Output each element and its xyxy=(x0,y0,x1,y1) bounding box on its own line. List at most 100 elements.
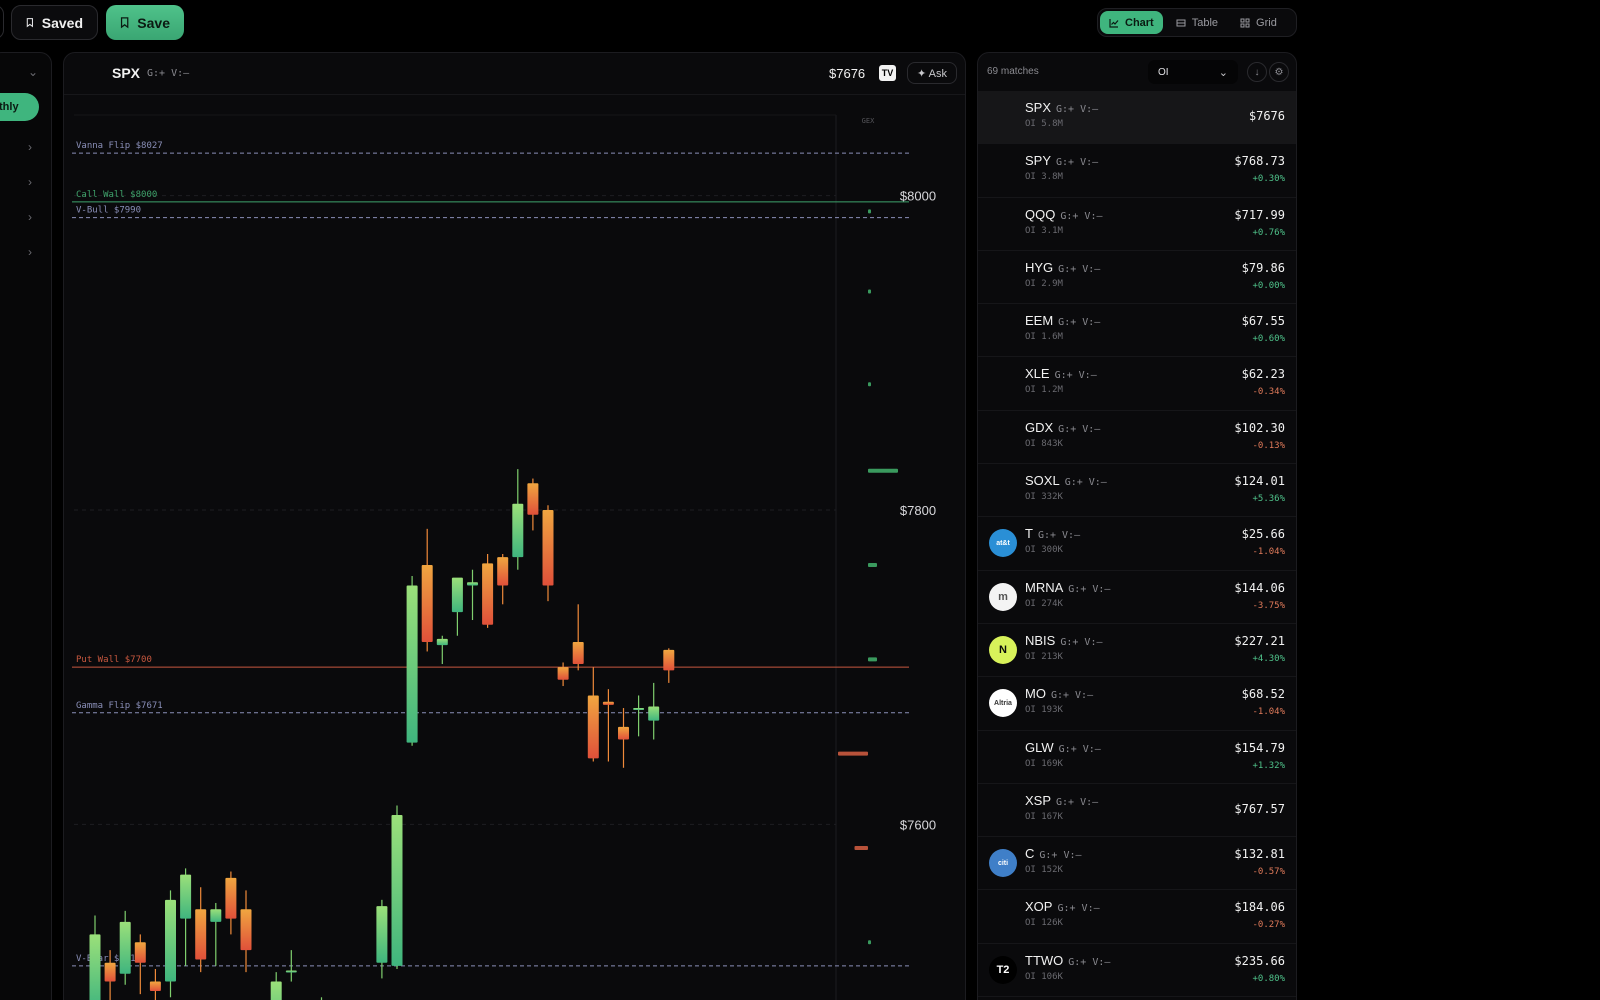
toolbar-edge-button[interactable] xyxy=(0,5,4,39)
gex-bar xyxy=(868,289,871,294)
list-item[interactable]: SPX G:+ V:– OI 5.8M $7676 xyxy=(978,91,1296,145)
list-item[interactable]: GLW G:+ V:– OI 169K $154.79 +1.32% xyxy=(978,731,1296,784)
sort-direction-button[interactable]: ↓ xyxy=(1247,62,1267,82)
row-price: $79.86 xyxy=(1241,260,1285,275)
candlestick-chart[interactable]: GEX $8000 $7800 $7600 Vanna Flip $8027 Call W… xyxy=(64,53,966,1000)
level-label: Put Wall $7700 xyxy=(76,655,152,665)
row-symbol: SPX G:+ V:– xyxy=(1025,100,1098,115)
row-change: -3.75% xyxy=(1252,600,1285,611)
sort-select[interactable]: OI ⌄ xyxy=(1148,60,1238,84)
row-price: $767.57 xyxy=(1234,801,1285,816)
candle-body xyxy=(376,906,388,963)
list-item[interactable]: T2 TTWO G:+ V:– OI 106K $235.66 +0.80% xyxy=(978,944,1296,998)
chevron-right-icon[interactable]: › xyxy=(28,245,32,259)
row-gv-status: G:+ V:– xyxy=(1058,423,1101,435)
att-logo-icon: at&t xyxy=(989,529,1017,558)
sort-select-value: OI xyxy=(1158,66,1169,78)
list-item[interactable]: QQQ G:+ V:– OI 3.1M $717.99 +0.76% xyxy=(978,198,1296,251)
chevron-down-icon[interactable]: ⌄ xyxy=(28,65,38,79)
view-table-label: Table xyxy=(1191,16,1219,29)
row-price: $102.30 xyxy=(1234,420,1285,435)
candle-body xyxy=(149,981,161,991)
candle-body xyxy=(195,909,207,960)
list-item[interactable]: XSP G:+ V:– OI 167K $767.57 xyxy=(978,784,1296,838)
candle-body xyxy=(587,695,599,759)
row-open-interest: OI 332K xyxy=(1025,492,1063,503)
list-item[interactable]: citi C G:+ V:– OI 152K $132.81 -0.57% xyxy=(978,837,1296,891)
list-item[interactable]: SOXL G:+ V:– OI 332K $124.01 +5.36% xyxy=(978,464,1296,518)
row-symbol-text: EEM xyxy=(1025,313,1054,329)
candle-body xyxy=(512,503,524,558)
chevron-down-icon: ⌄ xyxy=(1218,66,1228,79)
list-item[interactable]: Altria MO G:+ V:– OI 193K $68.52 -1.04% xyxy=(978,677,1296,731)
list-item[interactable]: m MRNA G:+ V:– OI 274K $144.06 -3.75% xyxy=(978,571,1296,624)
candle-body xyxy=(391,814,403,966)
row-change: -1.04% xyxy=(1252,707,1285,718)
row-open-interest: OI 193K xyxy=(1025,705,1063,716)
saved-button[interactable]: Saved xyxy=(11,5,98,40)
row-change: -1.04% xyxy=(1252,547,1285,558)
settings-button[interactable]: ⚙ xyxy=(1269,62,1289,82)
candle-body xyxy=(240,909,252,951)
list-item[interactable]: EEM G:+ V:– OI 1.6M $67.55 +0.60% xyxy=(978,304,1296,358)
gex-bar xyxy=(868,468,898,473)
row-price: $67.55 xyxy=(1241,314,1285,329)
candle-body xyxy=(572,642,584,665)
list-item[interactable]: XLE G:+ V:– OI 1.2M $62.23 -0.34% xyxy=(978,357,1296,411)
row-symbol-text: MO xyxy=(1025,686,1046,702)
y-tick-label: $7600 xyxy=(900,817,936,832)
row-symbol: C G:+ V:– xyxy=(1025,846,1082,861)
list-item[interactable]: GDX G:+ V:– OI 843K $102.30 -0.13% xyxy=(978,411,1296,465)
list-item[interactable]: XOP G:+ V:– OI 126K $184.06 -0.27% xyxy=(978,890,1296,944)
row-change: +4.30% xyxy=(1252,653,1285,664)
nebius-logo-icon: N xyxy=(989,635,1017,664)
row-symbol-text: MRNA xyxy=(1025,579,1064,595)
row-symbol: XOP G:+ V:– xyxy=(1025,899,1100,914)
row-price: $68.52 xyxy=(1241,687,1285,702)
list-item[interactable]: at&t T G:+ V:– OI 300K $25.66 -1.04% xyxy=(978,517,1296,571)
chevron-right-icon[interactable]: › xyxy=(28,140,32,154)
row-gv-status: G:+ V:– xyxy=(1058,263,1101,275)
row-price: $717.99 xyxy=(1234,207,1285,222)
row-open-interest: OI 152K xyxy=(1025,865,1063,876)
candle-body xyxy=(225,877,237,919)
candle-body xyxy=(104,962,116,982)
row-open-interest: OI 169K xyxy=(1025,758,1063,769)
saved-button-label: Saved xyxy=(41,14,83,31)
row-symbol: HYG G:+ V:– xyxy=(1025,260,1100,275)
view-chart-tab[interactable]: Chart xyxy=(1100,11,1163,34)
list-item[interactable]: HYG G:+ V:– OI 2.9M $79.86 +0.00% xyxy=(978,251,1296,305)
row-symbol: GLW G:+ V:– xyxy=(1025,740,1101,755)
row-open-interest: OI 843K xyxy=(1025,438,1063,449)
period-pill[interactable]: thly xyxy=(0,93,39,121)
row-symbol: QQQ G:+ V:– xyxy=(1025,207,1103,222)
row-gv-status: G:+ V:– xyxy=(1060,210,1103,222)
watchlist-header: 69 matches OI ⌄ ↓ ⚙ xyxy=(978,53,1296,91)
row-gv-status: G:+ V:– xyxy=(1068,956,1111,968)
gex-bar xyxy=(868,382,871,387)
row-symbol-text: C xyxy=(1025,846,1035,862)
list-item[interactable]: N NBIS G:+ V:– OI 213K $227.21 +4.30% xyxy=(978,624,1296,678)
level-label: Call Wall $8000 xyxy=(76,190,157,200)
view-grid-tab[interactable]: Grid xyxy=(1231,11,1286,34)
candle-body xyxy=(436,638,448,646)
row-gv-status: G:+ V:– xyxy=(1058,317,1101,329)
row-change: +1.32% xyxy=(1252,760,1285,771)
row-open-interest: OI 213K xyxy=(1025,651,1063,662)
candle-body xyxy=(134,942,146,963)
row-change: +0.76% xyxy=(1252,227,1285,238)
row-price: $144.06 xyxy=(1234,580,1285,595)
chart-panel: SPX G:+ V:– $7676 TV ✦ Ask GEX $8000 $7800… xyxy=(63,52,966,1000)
candle-body xyxy=(602,701,614,705)
row-symbol-text: XOP xyxy=(1025,899,1053,915)
row-symbol: NBIS G:+ V:– xyxy=(1025,633,1103,648)
view-table-tab[interactable]: Table xyxy=(1167,11,1227,34)
period-pill-label: thly xyxy=(0,101,19,113)
chevron-right-icon[interactable]: › xyxy=(28,210,32,224)
gex-bar xyxy=(868,940,871,945)
chevron-right-icon[interactable]: › xyxy=(28,175,32,189)
list-item[interactable]: SPY G:+ V:– OI 3.8M $768.73 +0.30% xyxy=(978,144,1296,198)
row-change: -0.34% xyxy=(1252,387,1285,398)
left-sidebar: ⌄ thly › › › › xyxy=(0,52,52,1000)
save-button[interactable]: Save xyxy=(106,5,184,40)
